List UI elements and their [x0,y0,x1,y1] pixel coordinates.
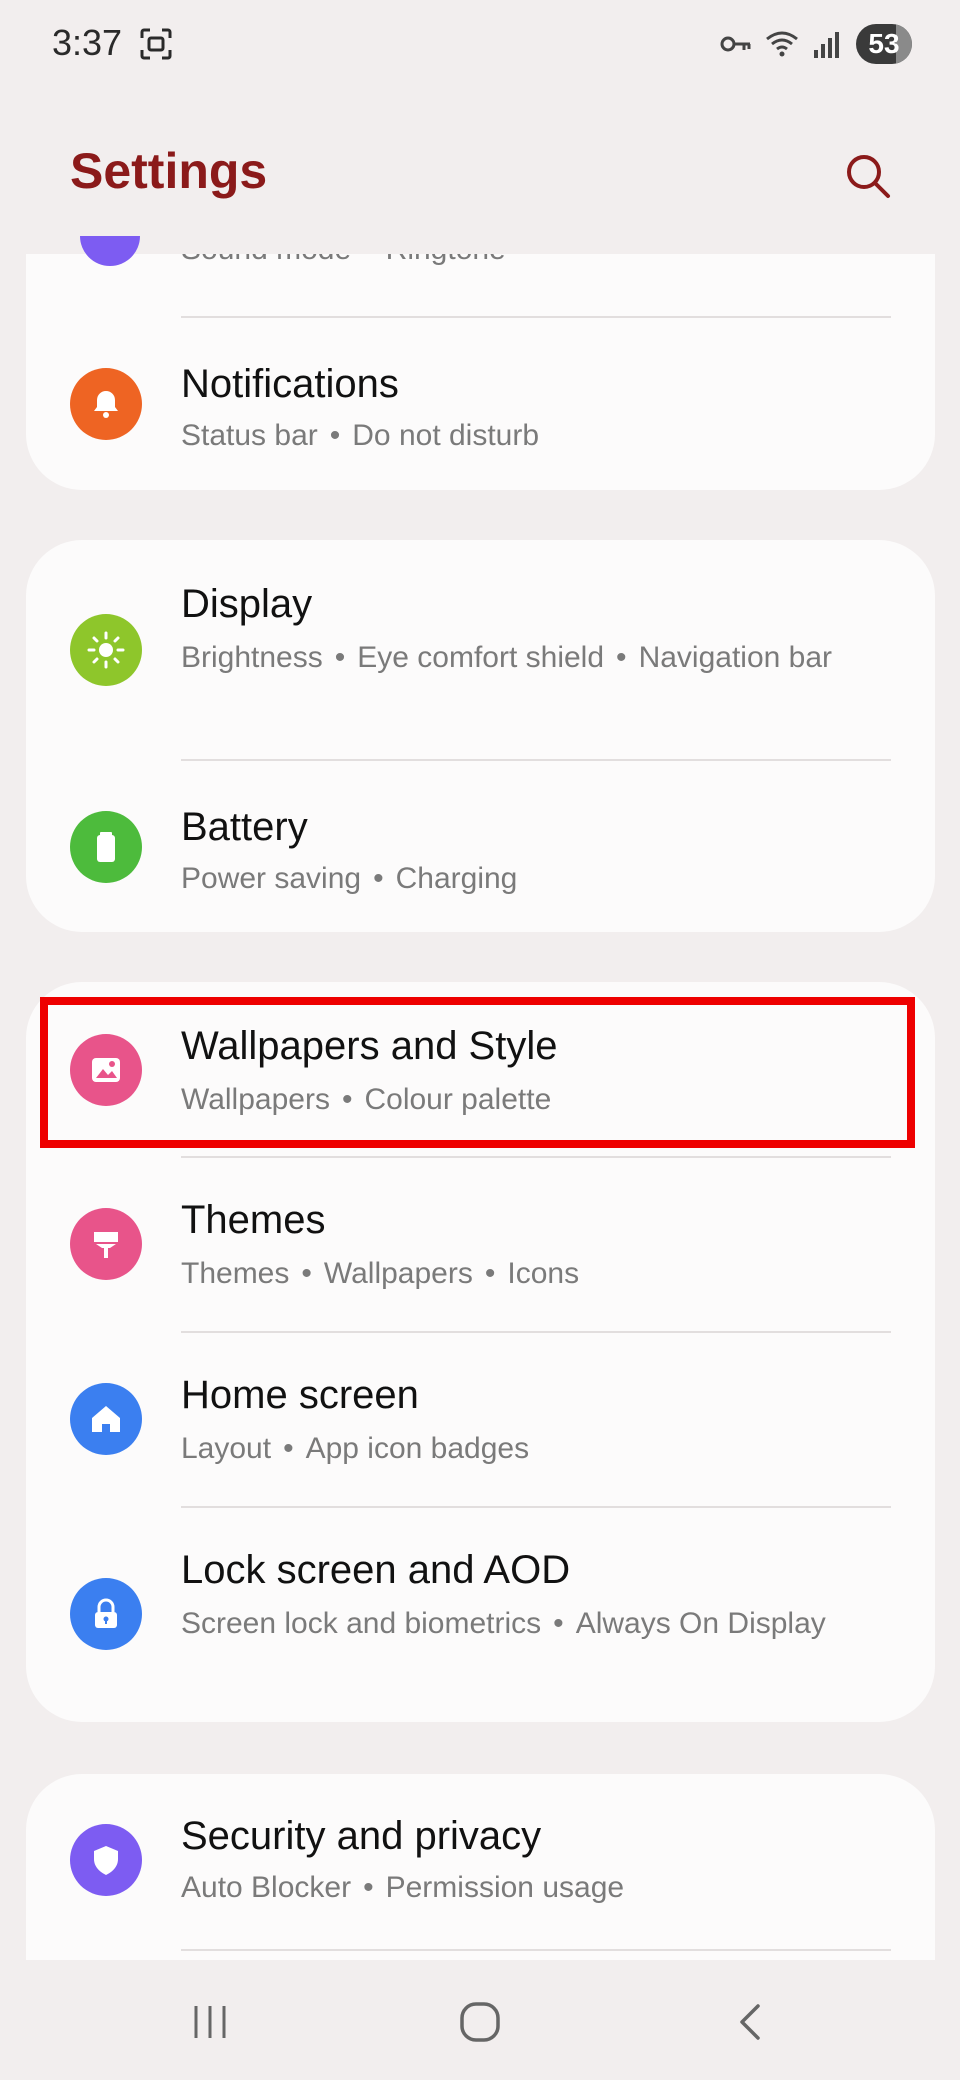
display-subtitle: Brightness • Eye comfort shield • Navigation… [181,641,833,674]
list-item-home-screen[interactable]: Home screen Layout • App icon badges [26,1333,935,1507]
vpn-key-icon [720,36,751,52]
battery-indicator: 53 [856,24,912,64]
list-item-sounds-partial[interactable]: Sound mode•Ringtone [26,254,935,280]
list-item-themes[interactable]: Themes Themes • Wallpapers • Icons [26,1158,935,1332]
themes-subtitle: Themes • Wallpapers • Icons [181,1257,580,1290]
shield-icon [70,1824,142,1896]
list-item-display[interactable]: Display Brightness • Eye comfort shield • Na… [26,540,935,760]
sun-icon [70,614,142,686]
settings-group-2: Display Brightness • Eye comfort shield • Na… [26,540,935,932]
home-button[interactable] [440,1982,520,2062]
settings-group-1: Sound mode•Ringtone Notifications Status… [26,254,935,490]
security-subtitle: Auto Blocker • Permission usage [181,1871,625,1904]
notifications-title: Notifications [181,362,399,406]
paintbrush-icon [70,1208,142,1280]
back-icon [740,2004,760,2040]
recent-apps-icon [194,2006,226,2038]
list-item-security[interactable]: Security and privacy Auto Blocker • Permis… [26,1774,935,1949]
battery-title: Battery [181,805,308,849]
navigation-bar [0,1960,960,2080]
home-icon [70,1383,142,1455]
bell-icon [70,368,142,440]
divider [181,1949,891,1951]
display-title: Display [181,582,313,626]
highlight-box [40,997,915,1148]
notifications-subtitle: Status bar • Do not disturb [181,419,540,452]
screen-capture-icon [140,28,172,60]
list-item-lock-screen[interactable]: Lock screen and AOD Screen lock and biom… [26,1508,935,1722]
sounds-subtitle: Sound mode•Ringtone [181,254,901,272]
home-screen-subtitle: Layout • App icon badges [181,1432,530,1465]
battery-subtitle: Power saving • Charging [181,862,518,895]
page-title: Settings [70,143,268,199]
list-item-battery[interactable]: Battery Power saving • Charging [26,761,935,932]
battery-icon [70,811,142,883]
signal-icon [814,32,839,58]
recent-apps-button[interactable] [170,1982,250,2062]
lock-screen-subtitle: Screen lock and biometrics • Always On Dis… [181,1607,826,1640]
status-time: 3:37 [52,22,123,63]
status-bar: 3:37 53 [0,0,960,90]
settings-screen: 3:37 53 Settings Notifications Status ba… [0,0,960,2080]
wifi-icon [766,31,798,57]
home-nav-icon [460,2002,500,2042]
security-title: Security and privacy [181,1814,542,1858]
list-item-notifications[interactable]: Notifications Status bar • Do not disturb [26,318,935,490]
themes-title: Themes [181,1198,326,1242]
search-icon[interactable] [840,148,896,204]
lock-screen-title: Lock screen and AOD [181,1548,571,1592]
lock-icon [70,1578,142,1650]
back-button[interactable] [710,1982,790,2062]
home-screen-title: Home screen [181,1373,419,1417]
